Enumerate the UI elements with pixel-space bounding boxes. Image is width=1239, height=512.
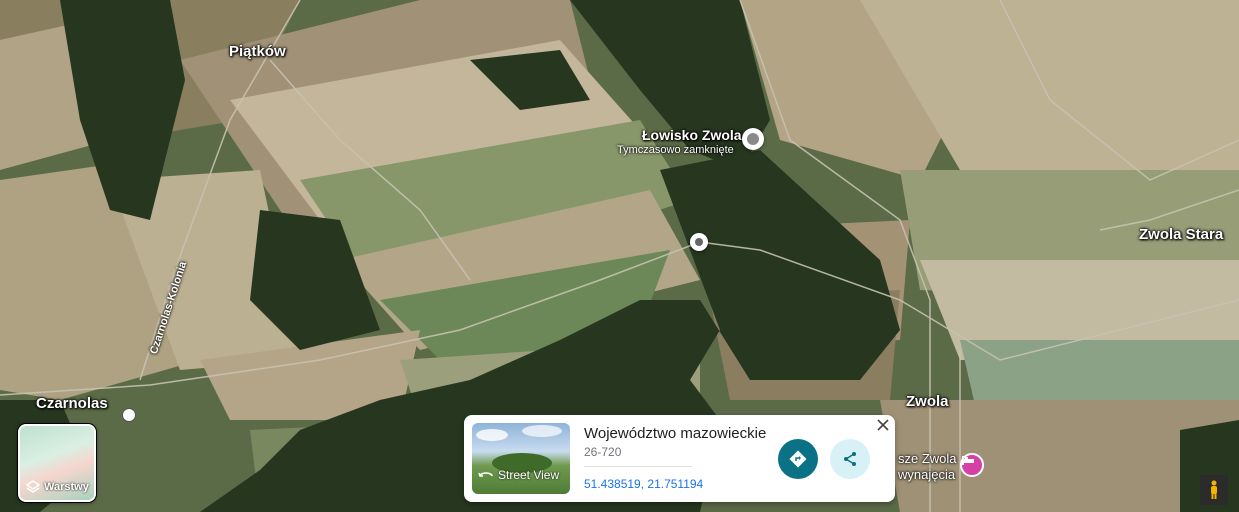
place-label-zwola-stara[interactable]: Zwola Stara	[1139, 226, 1223, 243]
fishing-place-pin[interactable]	[742, 128, 764, 150]
street-view-label-wrap: Street View	[478, 468, 559, 482]
pin-icon	[695, 238, 703, 246]
village-pin[interactable]	[122, 408, 136, 422]
share-button[interactable]	[830, 439, 870, 479]
street-view-photo	[476, 425, 562, 473]
hotel-pin[interactable]	[960, 453, 984, 477]
share-icon	[844, 452, 856, 466]
place-label-piatkow[interactable]: Piątków	[229, 43, 286, 60]
coordinates-link[interactable]: 51.438519, 21.751194	[584, 477, 703, 491]
place-label-zwola[interactable]: Zwola	[906, 393, 949, 410]
layers-icon	[26, 480, 40, 493]
postal-code: 26-720	[584, 445, 622, 459]
place-label-czarnolas[interactable]: Czarnolas	[36, 395, 108, 412]
dropped-pin[interactable]	[690, 233, 708, 251]
street-view-label: Street View	[498, 468, 560, 482]
layers-button[interactable]: Warstwy	[18, 424, 96, 502]
hotel-label-line2[interactable]: wynajęcia	[898, 467, 955, 482]
street-view-thumbnail[interactable]: Street View	[472, 423, 570, 494]
close-icon	[877, 419, 889, 431]
place-label-lowisko[interactable]: Łowisko Zwola	[642, 127, 742, 143]
hotel-label-line1[interactable]: sze Zwola	[898, 451, 957, 466]
pegman-icon	[1211, 480, 1217, 499]
pegman-button[interactable]	[1200, 475, 1228, 505]
place-title[interactable]: Województwo mazowieckie	[584, 425, 766, 442]
layers-label-wrap: Warstwy	[26, 480, 89, 494]
directions-icon	[789, 450, 807, 468]
place-icon	[747, 133, 759, 145]
divider	[584, 466, 692, 467]
layers-label: Warstwy	[44, 481, 89, 493]
close-button[interactable]	[877, 419, 889, 435]
place-status-label: Tymczasowo zamknięte	[617, 144, 734, 156]
bed-icon	[962, 456, 974, 465]
street-view-icon	[478, 472, 493, 477]
directions-button[interactable]	[778, 439, 818, 479]
place-info-card: Street View Województwo mazowieckie 26-7…	[464, 415, 895, 502]
